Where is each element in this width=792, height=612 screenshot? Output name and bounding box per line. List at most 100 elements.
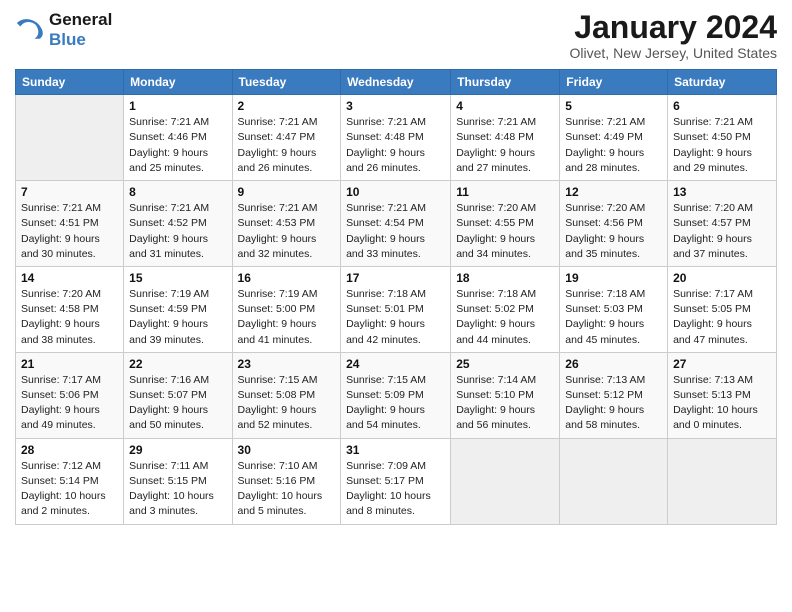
calendar-cell: 28 Sunrise: 7:12 AMSunset: 5:14 PMDayligh… (16, 438, 124, 524)
cell-sun-info: Sunrise: 7:15 AMSunset: 5:08 PMDaylight:… (238, 373, 336, 434)
cell-sun-info: Sunrise: 7:11 AMSunset: 5:15 PMDaylight:… (129, 459, 226, 520)
cell-sun-info: Sunrise: 7:21 AMSunset: 4:48 PMDaylight:… (456, 115, 554, 176)
calendar-cell: 18 Sunrise: 7:18 AMSunset: 5:02 PMDayligh… (451, 266, 560, 352)
day-number: 21 (21, 357, 118, 371)
calendar-cell (668, 438, 777, 524)
cell-sun-info: Sunrise: 7:21 AMSunset: 4:51 PMDaylight:… (21, 201, 118, 262)
day-number: 24 (346, 357, 445, 371)
calendar-cell: 27 Sunrise: 7:13 AMSunset: 5:13 PMDayligh… (668, 352, 777, 438)
day-header-tuesday: Tuesday (232, 70, 341, 95)
cell-sun-info: Sunrise: 7:20 AMSunset: 4:56 PMDaylight:… (565, 201, 662, 262)
day-number: 2 (238, 99, 336, 113)
cell-sun-info: Sunrise: 7:18 AMSunset: 5:01 PMDaylight:… (346, 287, 445, 348)
calendar-cell: 8 Sunrise: 7:21 AMSunset: 4:52 PMDaylight… (124, 181, 232, 267)
day-number: 15 (129, 271, 226, 285)
day-number: 29 (129, 443, 226, 457)
day-number: 11 (456, 185, 554, 199)
calendar-week-row: 7 Sunrise: 7:21 AMSunset: 4:51 PMDaylight… (16, 181, 777, 267)
day-number: 18 (456, 271, 554, 285)
calendar-cell: 25 Sunrise: 7:14 AMSunset: 5:10 PMDayligh… (451, 352, 560, 438)
day-number: 12 (565, 185, 662, 199)
cell-sun-info: Sunrise: 7:12 AMSunset: 5:14 PMDaylight:… (21, 459, 118, 520)
day-number: 23 (238, 357, 336, 371)
calendar-cell: 7 Sunrise: 7:21 AMSunset: 4:51 PMDaylight… (16, 181, 124, 267)
calendar-week-row: 28 Sunrise: 7:12 AMSunset: 5:14 PMDayligh… (16, 438, 777, 524)
calendar-cell: 31Sunrise: 7:09 AMSunset: 5:17 PMDayligh… (341, 438, 451, 524)
day-header-thursday: Thursday (451, 70, 560, 95)
calendar-week-row: 21Sunrise: 7:17 AMSunset: 5:06 PMDayligh… (16, 352, 777, 438)
days-header-row: SundayMondayTuesdayWednesdayThursdayFrid… (16, 70, 777, 95)
day-header-monday: Monday (124, 70, 232, 95)
calendar-week-row: 14Sunrise: 7:20 AMSunset: 4:58 PMDayligh… (16, 266, 777, 352)
location-subtitle: Olivet, New Jersey, United States (570, 45, 777, 61)
day-header-sunday: Sunday (16, 70, 124, 95)
cell-sun-info: Sunrise: 7:21 AMSunset: 4:49 PMDaylight:… (565, 115, 662, 176)
day-header-friday: Friday (560, 70, 668, 95)
cell-sun-info: Sunrise: 7:14 AMSunset: 5:10 PMDaylight:… (456, 373, 554, 434)
cell-sun-info: Sunrise: 7:21 AMSunset: 4:50 PMDaylight:… (673, 115, 771, 176)
day-number: 19 (565, 271, 662, 285)
calendar-cell: 3 Sunrise: 7:21 AMSunset: 4:48 PMDaylight… (341, 95, 451, 181)
day-number: 10 (346, 185, 445, 199)
calendar-cell: 24 Sunrise: 7:15 AMSunset: 5:09 PMDayligh… (341, 352, 451, 438)
logo: General Blue (15, 10, 112, 50)
calendar-cell: 6 Sunrise: 7:21 AMSunset: 4:50 PMDaylight… (668, 95, 777, 181)
calendar-cell: 10 Sunrise: 7:21 AMSunset: 4:54 PMDayligh… (341, 181, 451, 267)
day-number: 27 (673, 357, 771, 371)
day-number: 3 (346, 99, 445, 113)
calendar-cell: 5Sunrise: 7:21 AMSunset: 4:49 PMDaylight… (560, 95, 668, 181)
cell-sun-info: Sunrise: 7:15 AMSunset: 5:09 PMDaylight:… (346, 373, 445, 434)
calendar-cell: 30Sunrise: 7:10 AMSunset: 5:16 PMDayligh… (232, 438, 341, 524)
calendar-cell: 13Sunrise: 7:20 AMSunset: 4:57 PMDayligh… (668, 181, 777, 267)
cell-sun-info: Sunrise: 7:09 AMSunset: 5:17 PMDaylight:… (346, 459, 445, 520)
day-number: 1 (129, 99, 226, 113)
cell-sun-info: Sunrise: 7:16 AMSunset: 5:07 PMDaylight:… (129, 373, 226, 434)
day-number: 17 (346, 271, 445, 285)
day-number: 4 (456, 99, 554, 113)
calendar-cell: 14Sunrise: 7:20 AMSunset: 4:58 PMDayligh… (16, 266, 124, 352)
calendar-cell: 16Sunrise: 7:19 AMSunset: 5:00 PMDayligh… (232, 266, 341, 352)
calendar-cell: 9 Sunrise: 7:21 AMSunset: 4:53 PMDaylight… (232, 181, 341, 267)
day-number: 30 (238, 443, 336, 457)
day-number: 28 (21, 443, 118, 457)
calendar-cell (560, 438, 668, 524)
cell-sun-info: Sunrise: 7:18 AMSunset: 5:02 PMDaylight:… (456, 287, 554, 348)
day-number: 25 (456, 357, 554, 371)
calendar-cell: 17 Sunrise: 7:18 AMSunset: 5:01 PMDayligh… (341, 266, 451, 352)
calendar-table: SundayMondayTuesdayWednesdayThursdayFrid… (15, 69, 777, 524)
logo-icon (15, 16, 45, 44)
calendar-week-row: 1 Sunrise: 7:21 AMSunset: 4:46 PMDaylight… (16, 95, 777, 181)
day-number: 6 (673, 99, 771, 113)
day-number: 26 (565, 357, 662, 371)
cell-sun-info: Sunrise: 7:18 AMSunset: 5:03 PMDaylight:… (565, 287, 662, 348)
day-header-saturday: Saturday (668, 70, 777, 95)
cell-sun-info: Sunrise: 7:21 AMSunset: 4:46 PMDaylight:… (129, 115, 226, 176)
calendar-cell: 29 Sunrise: 7:11 AMSunset: 5:15 PMDayligh… (124, 438, 232, 524)
cell-sun-info: Sunrise: 7:21 AMSunset: 4:53 PMDaylight:… (238, 201, 336, 262)
cell-sun-info: Sunrise: 7:13 AMSunset: 5:13 PMDaylight:… (673, 373, 771, 434)
calendar-cell: 23 Sunrise: 7:15 AMSunset: 5:08 PMDayligh… (232, 352, 341, 438)
calendar-cell: 4 Sunrise: 7:21 AMSunset: 4:48 PMDaylight… (451, 95, 560, 181)
cell-sun-info: Sunrise: 7:21 AMSunset: 4:48 PMDaylight:… (346, 115, 445, 176)
calendar-cell: 20Sunrise: 7:17 AMSunset: 5:05 PMDayligh… (668, 266, 777, 352)
cell-sun-info: Sunrise: 7:21 AMSunset: 4:52 PMDaylight:… (129, 201, 226, 262)
day-number: 7 (21, 185, 118, 199)
calendar-cell: 19 Sunrise: 7:18 AMSunset: 5:03 PMDayligh… (560, 266, 668, 352)
cell-sun-info: Sunrise: 7:20 AMSunset: 4:58 PMDaylight:… (21, 287, 118, 348)
calendar-cell: 22 Sunrise: 7:16 AMSunset: 5:07 PMDayligh… (124, 352, 232, 438)
day-number: 22 (129, 357, 226, 371)
cell-sun-info: Sunrise: 7:21 AMSunset: 4:54 PMDaylight:… (346, 201, 445, 262)
cell-sun-info: Sunrise: 7:19 AMSunset: 5:00 PMDaylight:… (238, 287, 336, 348)
month-title: January 2024 (570, 10, 777, 45)
day-header-wednesday: Wednesday (341, 70, 451, 95)
logo-text: General Blue (49, 10, 112, 50)
cell-sun-info: Sunrise: 7:20 AMSunset: 4:55 PMDaylight:… (456, 201, 554, 262)
day-number: 9 (238, 185, 336, 199)
day-number: 8 (129, 185, 226, 199)
calendar-cell (16, 95, 124, 181)
calendar-cell (451, 438, 560, 524)
calendar-cell: 21Sunrise: 7:17 AMSunset: 5:06 PMDayligh… (16, 352, 124, 438)
calendar-cell: 2 Sunrise: 7:21 AMSunset: 4:47 PMDaylight… (232, 95, 341, 181)
calendar-cell: 12 Sunrise: 7:20 AMSunset: 4:56 PMDayligh… (560, 181, 668, 267)
cell-sun-info: Sunrise: 7:21 AMSunset: 4:47 PMDaylight:… (238, 115, 336, 176)
